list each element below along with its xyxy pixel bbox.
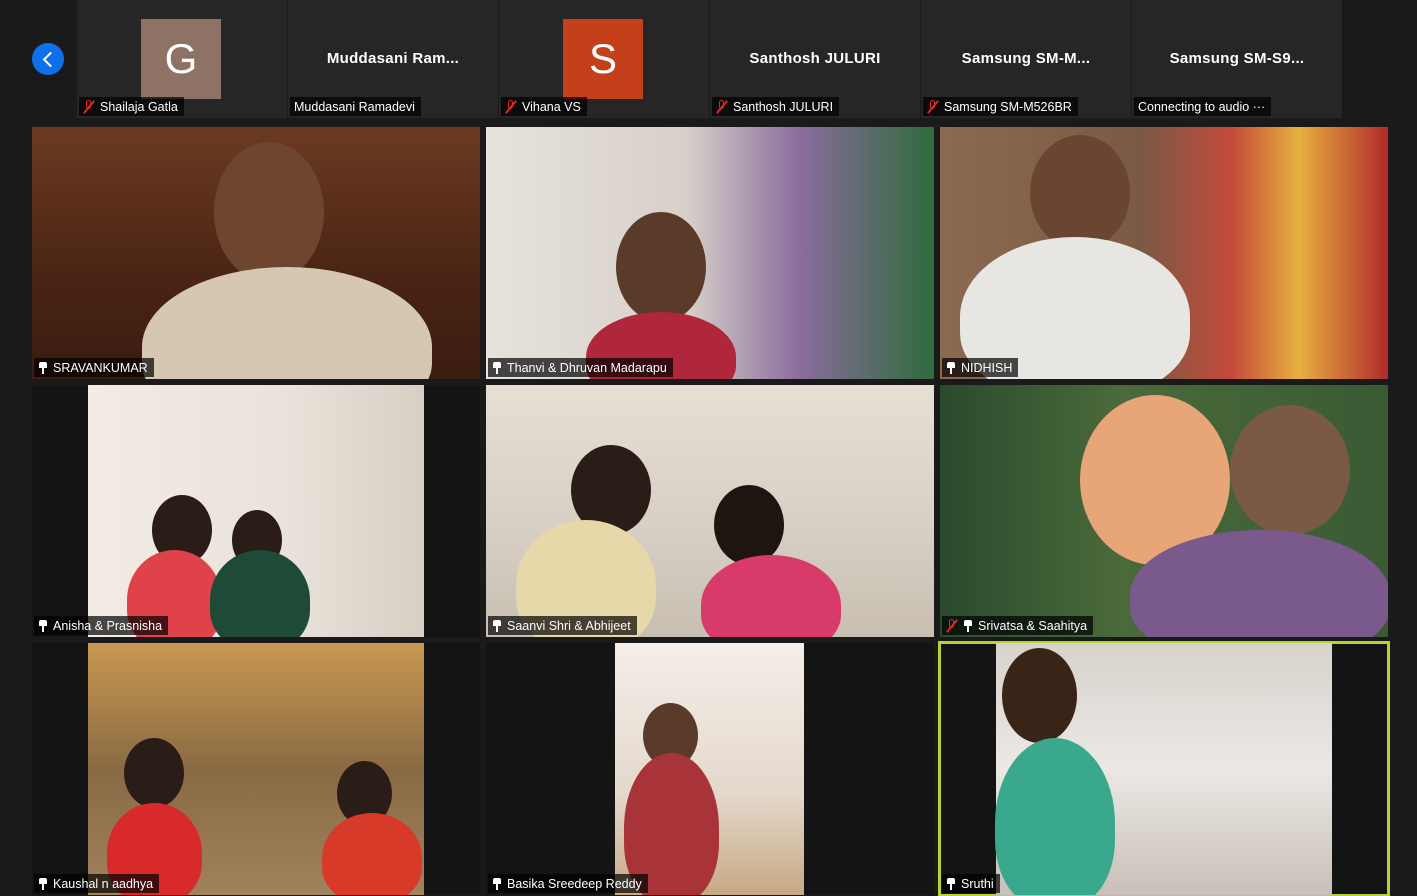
- video-tile[interactable]: Kaushal n aadhya: [32, 643, 480, 895]
- video-tile[interactable]: Basika Sreedeep Reddy: [486, 643, 934, 895]
- participant-label: Sruthi: [942, 874, 1000, 893]
- participant-name: Muddasani Ramadevi: [294, 99, 415, 114]
- participant-thumb[interactable]: Samsung SM-S9... Connecting to audio ···: [1132, 0, 1342, 118]
- video-feed: [124, 738, 184, 808]
- participant-label: NIDHISH: [942, 358, 1019, 377]
- video-feed: [214, 142, 324, 282]
- video-tile[interactable]: NIDHISH: [940, 127, 1388, 379]
- video-tile[interactable]: Srivatsa & Saahitya: [940, 385, 1388, 637]
- strip-prev-button[interactable]: [32, 43, 64, 75]
- participant-label: Vihana VS: [501, 97, 587, 116]
- pin-icon: [492, 361, 502, 374]
- participant-label: Anisha & Prasnisha: [34, 616, 169, 635]
- mic-muted-icon: [505, 99, 517, 114]
- participant-name: SRAVANKUMAR: [53, 360, 148, 375]
- pin-icon: [492, 619, 502, 632]
- participant-thumb[interactable]: Santhosh JULURI Santhosh JULURI: [710, 0, 920, 118]
- participant-label: SRAVANKUMAR: [34, 358, 154, 377]
- video-tile[interactable]: SRAVANKUMAR: [32, 127, 480, 379]
- video-tile[interactable]: Anisha & Prasnisha: [32, 385, 480, 637]
- video-feed: [1230, 405, 1350, 535]
- participant-label: Kaushal n aadhya: [34, 874, 160, 893]
- video-tile[interactable]: Saanvi Shri & Abhijeet: [486, 385, 934, 637]
- participant-label: Samsung SM-M526BR: [923, 97, 1078, 116]
- participant-name: Srivatsa & Saahitya: [978, 618, 1088, 633]
- participant-thumb[interactable]: S Vihana VS: [499, 0, 709, 118]
- participant-thumb[interactable]: Samsung SM-M... Samsung SM-M526BR: [921, 0, 1131, 118]
- participant-name: Basika Sreedeep Reddy: [507, 876, 642, 891]
- mic-muted-icon: [83, 99, 95, 114]
- video-tile[interactable]: Thanvi & Dhruvan Madarapu: [486, 127, 934, 379]
- participant-name: Kaushal n aadhya: [53, 876, 154, 891]
- participant-name: Sruthi: [961, 876, 994, 891]
- participant-label: Santhosh JULURI: [712, 97, 840, 116]
- pin-icon: [38, 877, 48, 890]
- participant-label: Srivatsa & Saahitya: [942, 616, 1094, 635]
- participant-display-name: Santhosh JULURI: [749, 50, 881, 67]
- participant-name: Santhosh JULURI: [733, 99, 834, 114]
- participant-label: Saanvi Shri & Abhijeet: [488, 616, 637, 635]
- participant-label: Thanvi & Dhruvan Madarapu: [488, 358, 673, 377]
- participant-label: Shailaja Gatla: [79, 97, 184, 116]
- participant-display-name: Samsung SM-M...: [961, 50, 1091, 67]
- pin-icon: [492, 877, 502, 890]
- pin-icon: [38, 619, 48, 632]
- avatar: S: [563, 19, 643, 99]
- participant-name: Vihana VS: [522, 99, 581, 114]
- participant-name: Thanvi & Dhruvan Madarapu: [507, 360, 667, 375]
- mic-muted-icon: [946, 618, 958, 633]
- mic-muted-icon: [927, 99, 939, 114]
- participant-thumb[interactable]: Muddasani Ram... Muddasani Ramadevi: [288, 0, 498, 118]
- video-feed: [1030, 135, 1130, 250]
- mic-muted-icon: [716, 99, 728, 114]
- pin-icon: [38, 361, 48, 374]
- participant-display-name: Muddasani Ram...: [326, 50, 460, 67]
- video-feed: [1002, 648, 1077, 743]
- participant-name: Shailaja Gatla: [100, 99, 178, 114]
- participant-thumb[interactable]: G Shailaja Gatla: [77, 0, 287, 118]
- video-feed: [714, 485, 784, 565]
- participant-name: Samsung SM-M526BR: [944, 99, 1072, 114]
- participant-display-name: Samsung SM-S9...: [1169, 50, 1305, 67]
- pin-icon: [946, 877, 956, 890]
- participant-label: Muddasani Ramadevi: [290, 97, 421, 116]
- pin-icon: [963, 619, 973, 632]
- participant-name: NIDHISH: [961, 360, 1013, 375]
- video-tile-active-speaker[interactable]: Sruthi: [938, 641, 1390, 896]
- video-feed: [616, 212, 706, 322]
- avatar: G: [141, 19, 221, 99]
- participant-name: Anisha & Prasnisha: [53, 618, 163, 633]
- pin-icon: [946, 361, 956, 374]
- participant-label: Basika Sreedeep Reddy: [488, 874, 648, 893]
- video-feed: [995, 738, 1115, 895]
- video-feed: [322, 813, 422, 895]
- participant-label: Connecting to audio ···: [1134, 97, 1272, 116]
- participant-name: Connecting to audio ···: [1138, 99, 1266, 114]
- participant-name: Saanvi Shri & Abhijeet: [507, 618, 631, 633]
